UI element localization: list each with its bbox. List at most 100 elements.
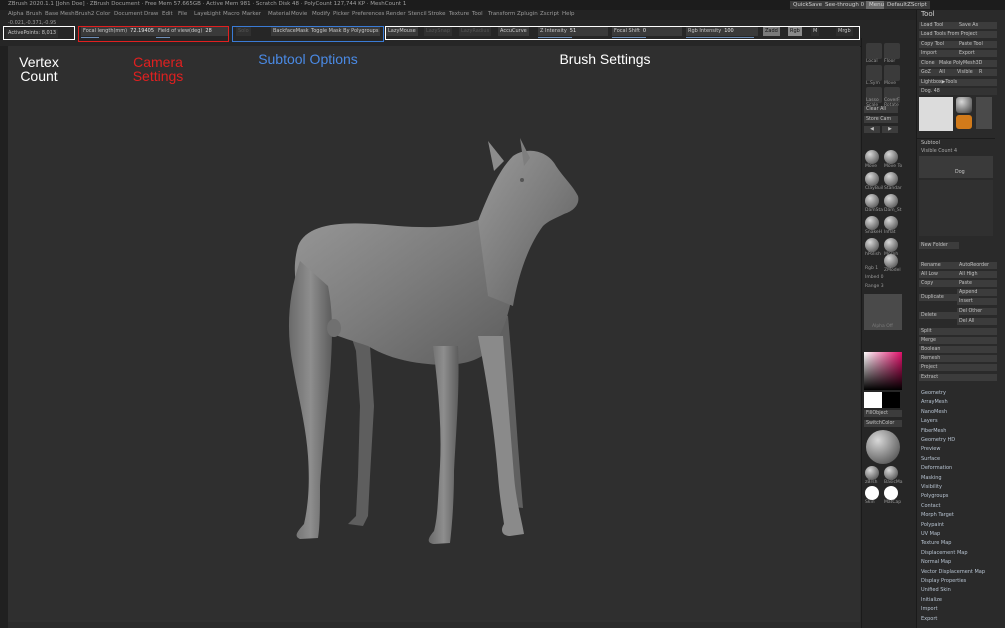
clear-all-button[interactable]: Clear All	[864, 106, 898, 113]
tool-goz-button[interactable]: GoZ	[919, 69, 939, 76]
section-contact[interactable]: Contact	[921, 503, 940, 509]
section-preview[interactable]: Preview	[921, 446, 940, 452]
brush-zmodel-icon[interactable]	[884, 254, 898, 268]
section-masking[interactable]: Masking	[921, 475, 942, 481]
tool-thumb-dog[interactable]	[919, 97, 953, 131]
canvas-viewport[interactable]	[8, 46, 860, 622]
section-geometry[interactable]: Geometry	[921, 390, 946, 396]
section-visibility[interactable]: Visibility	[921, 484, 942, 490]
subtool-insert-button[interactable]: Insert	[957, 298, 997, 305]
next-cam-icon[interactable]: ▶	[882, 126, 898, 133]
section-morph-target[interactable]: Morph Target	[921, 512, 954, 518]
left-tray[interactable]	[0, 46, 8, 628]
lightbox-tools-button[interactable]: Lightbox▶Tools	[919, 79, 997, 86]
imbed-slider[interactable]: Imbed 0	[865, 275, 884, 280]
menu-brush[interactable]: Brush	[26, 11, 42, 17]
section-import[interactable]: Import	[921, 606, 938, 612]
tool-all-button[interactable]: All	[937, 69, 957, 76]
tool-copy-tool-button[interactable]: Copy Tool	[919, 41, 959, 48]
prev-cam-icon[interactable]: ◀	[864, 126, 880, 133]
menu-transform[interactable]: Transform	[488, 11, 515, 17]
material-basicma-icon[interactable]	[884, 466, 898, 480]
brush-snakeh-icon[interactable]	[865, 216, 879, 230]
menu-light[interactable]: Light	[207, 11, 221, 17]
tool-export-button[interactable]: Export	[957, 50, 997, 57]
material-preview-icon[interactable]	[866, 430, 900, 464]
menu-picker[interactable]: Picker	[333, 11, 349, 17]
tool-make-polymesh3d-button[interactable]: Make PolyMesh3D	[937, 60, 997, 67]
menu-zplugin[interactable]: Zplugin	[517, 11, 538, 17]
tool-save-as-button[interactable]: Save As	[957, 22, 997, 29]
subtool-autoreorder-button[interactable]: AutoReorder	[957, 262, 997, 269]
brush-standar-icon[interactable]	[884, 172, 898, 186]
menu-macro[interactable]: Macro	[223, 11, 240, 17]
subtool-paste-button[interactable]: Paste	[957, 280, 997, 287]
subtool-copy-button[interactable]: Copy	[919, 280, 959, 287]
subtool-boolean-button[interactable]: Boolean	[919, 346, 997, 353]
new-folder-button[interactable]: New Folder	[919, 242, 959, 249]
subtool-project-button[interactable]: Project	[919, 364, 997, 371]
subtool-rename-button[interactable]: Rename	[919, 262, 959, 269]
menu-preferences[interactable]: Preferences	[352, 11, 384, 17]
section-surface[interactable]: Surface	[921, 456, 940, 462]
brush-inflat-icon[interactable]	[884, 216, 898, 230]
tool-visible-button[interactable]: Visible	[955, 69, 979, 76]
menu-tool[interactable]: Tool	[472, 11, 483, 17]
section-display-properties[interactable]: Display Properties	[921, 578, 966, 584]
section-vector-displacement-map[interactable]: Vector Displacement Map	[921, 569, 985, 575]
tool-thumb-sphere3d[interactable]	[956, 97, 972, 113]
subtool-del-all-button[interactable]: Del All	[957, 318, 997, 325]
section-displacement-map[interactable]: Displacement Map	[921, 550, 968, 556]
move-button[interactable]	[884, 65, 900, 81]
menu-base mesh[interactable]: Base Mesh	[45, 11, 75, 17]
subtool-delete-button[interactable]: Delete	[919, 312, 959, 319]
tool-header[interactable]: Tool	[921, 10, 935, 18]
default-zscript-button[interactable]: DefaultZScript	[884, 1, 930, 9]
section-nanomesh[interactable]: NanoMesh	[921, 409, 947, 415]
brush-move-icon[interactable]	[865, 150, 879, 164]
tool-import-button[interactable]: Import	[919, 50, 959, 57]
brush-dam_st-icon[interactable]	[884, 194, 898, 208]
section-fibermesh[interactable]: FiberMesh	[921, 428, 946, 434]
subtool-merge-button[interactable]: Merge	[919, 337, 997, 344]
section-uv-map[interactable]: UV Map	[921, 531, 940, 537]
dog-tool-slider[interactable]: Dog. 48	[919, 88, 997, 95]
subtool-all-low-button[interactable]: All Low	[919, 271, 959, 278]
menu-draw[interactable]: Draw	[144, 11, 158, 17]
switch-color-button[interactable]: SwitchColor	[864, 420, 902, 427]
menu-render[interactable]: Render	[386, 11, 406, 17]
tool-load-tools-from-project-button[interactable]: Load Tools From Project	[919, 31, 997, 38]
section-export[interactable]: Export	[921, 616, 937, 622]
subtool-all-high-button[interactable]: All High	[957, 271, 997, 278]
lsym-button[interactable]	[866, 65, 882, 81]
brush-move to-icon[interactable]	[884, 150, 898, 164]
menu-alpha[interactable]: Alpha	[8, 11, 24, 17]
brush-hpolish-icon[interactable]	[865, 238, 879, 252]
menu-edit[interactable]: Edit	[162, 11, 173, 17]
tool-clone-button[interactable]: Clone	[919, 60, 939, 67]
menu-zscript[interactable]: Zscript	[540, 11, 559, 17]
menu-texture[interactable]: Texture	[449, 11, 469, 17]
section-geometry-hd[interactable]: Geometry HD	[921, 437, 955, 443]
section-initialize[interactable]: Initialize	[921, 597, 942, 603]
material-matcap-icon[interactable]	[884, 486, 898, 500]
section-normal-map[interactable]: Normal Map	[921, 559, 951, 565]
menu-help[interactable]: Help	[562, 11, 575, 17]
lasso-label[interactable]: Lasso	[866, 98, 879, 103]
menu-movie[interactable]: Movie	[291, 11, 307, 17]
brush-claybuil-icon[interactable]	[865, 172, 879, 186]
menu-color[interactable]: Color	[96, 11, 110, 17]
main-color-swatch[interactable]	[864, 392, 882, 408]
tool-load-tool-button[interactable]: Load Tool	[919, 22, 959, 29]
menu-stencil[interactable]: Stencil	[408, 11, 427, 17]
menu-stroke[interactable]: Stroke	[428, 11, 446, 17]
local-button[interactable]	[866, 43, 882, 59]
subtool-remesh-button[interactable]: Remesh	[919, 355, 997, 362]
section-layers[interactable]: Layers	[921, 418, 938, 424]
range-slider[interactable]: Range 3	[865, 284, 884, 289]
quicksave-button[interactable]: QuickSave	[790, 1, 826, 9]
tool-thumb-pm3d-dog[interactable]	[976, 97, 992, 129]
material-zbrsh-icon[interactable]	[865, 466, 879, 480]
floor-button[interactable]	[884, 43, 900, 59]
brush-morph-icon[interactable]	[884, 238, 898, 252]
